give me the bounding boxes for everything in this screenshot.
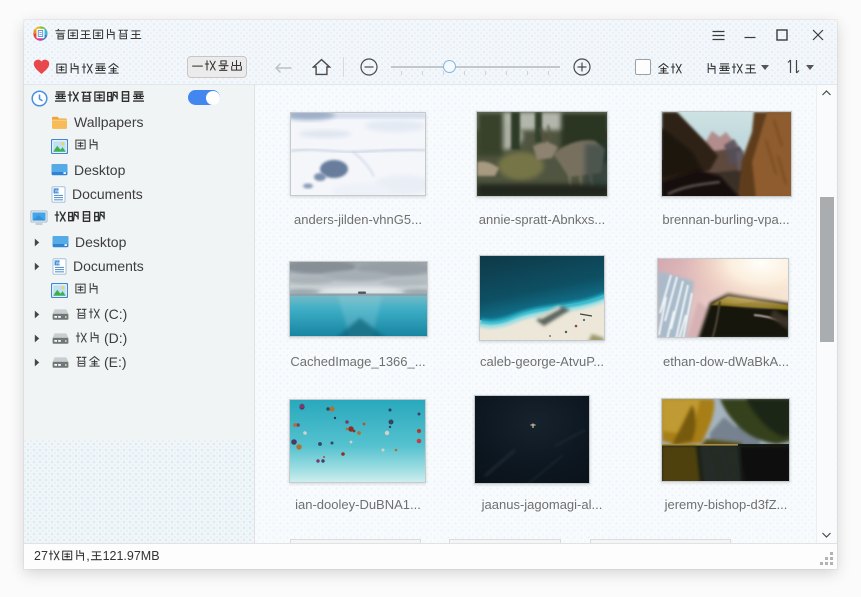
svg-text:W: W: [56, 260, 61, 265]
svg-text:W: W: [55, 188, 60, 193]
